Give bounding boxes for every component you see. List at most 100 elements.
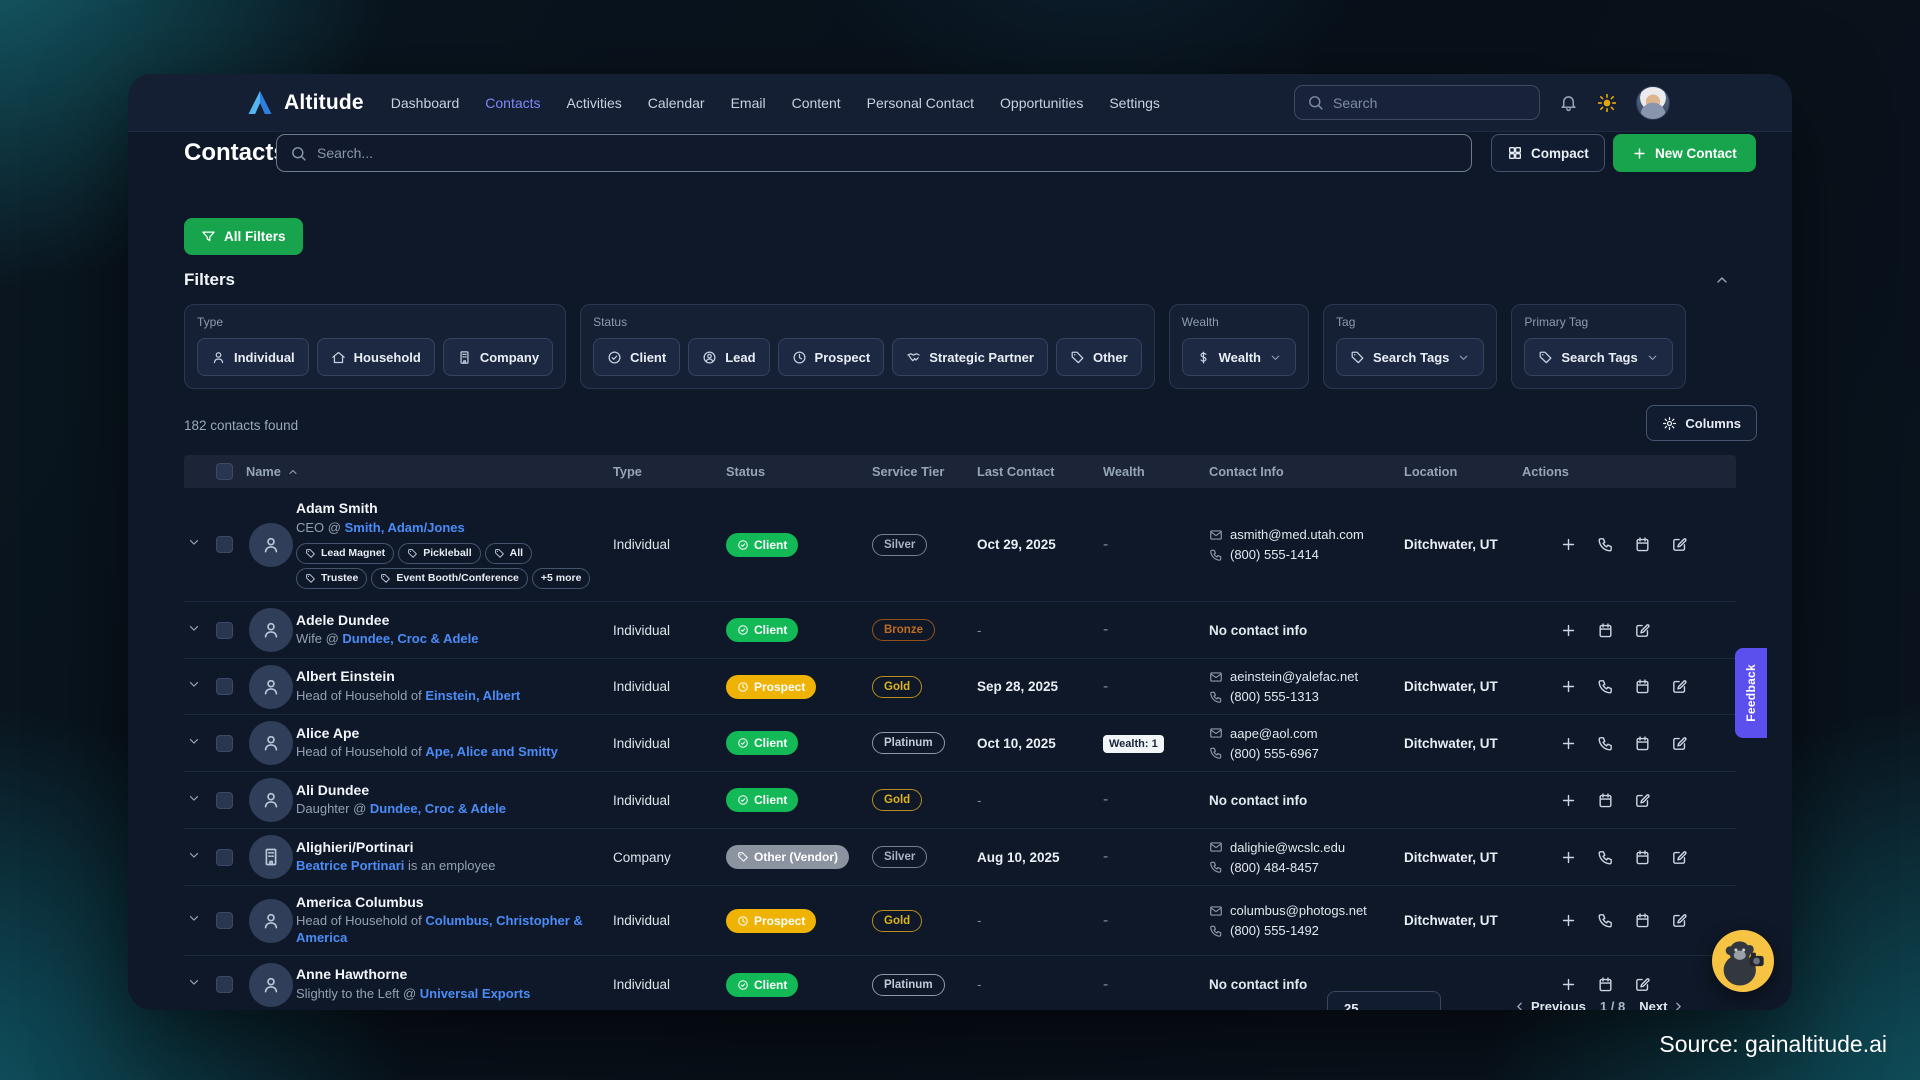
contact-name[interactable]: Alighieri/Portinari (296, 839, 601, 857)
column-header-status[interactable]: Status (726, 464, 872, 479)
notifications-bell-icon[interactable] (1559, 93, 1578, 112)
nav-item-activities[interactable]: Activities (567, 95, 622, 111)
column-header-type[interactable]: Type (613, 464, 726, 479)
call-action-icon[interactable] (1597, 912, 1614, 929)
calendar-action-icon[interactable] (1634, 536, 1651, 553)
column-header-last-contact[interactable]: Last Contact (977, 464, 1103, 479)
related-entity-link[interactable]: Universal Exports (420, 986, 531, 1001)
row-expand-chevron-icon[interactable] (187, 677, 201, 691)
related-entity-link[interactable]: Ape, Alice and Smitty (425, 744, 557, 759)
tag-pill[interactable]: Pickleball (398, 543, 480, 564)
related-entity-link[interactable]: Smith, Adam/Jones (345, 520, 465, 535)
column-header-name[interactable]: Name (246, 464, 613, 479)
edit-action-icon[interactable] (1671, 536, 1688, 553)
filter-option-individual[interactable]: Individual (197, 338, 309, 376)
edit-action-icon[interactable] (1671, 678, 1688, 695)
filter-option-lead[interactable]: Lead (688, 338, 769, 376)
add-action-icon[interactable] (1560, 912, 1577, 929)
related-entity-link[interactable]: Dundee, Croc & Adele (342, 631, 478, 646)
contact-name[interactable]: America Columbus (296, 894, 601, 912)
related-entity-link[interactable]: Einstein, Albert (425, 688, 520, 703)
filter-option-other[interactable]: Other (1056, 338, 1142, 376)
select-all-checkbox[interactable] (216, 463, 233, 480)
nav-item-email[interactable]: Email (731, 95, 766, 111)
nav-search-input[interactable]: Search (1294, 85, 1540, 120)
edit-action-icon[interactable] (1634, 976, 1651, 993)
nav-item-calendar[interactable]: Calendar (648, 95, 705, 111)
contact-name[interactable]: Albert Einstein (296, 668, 601, 686)
contact-name[interactable]: Anne Hawthorne (296, 966, 601, 984)
edit-action-icon[interactable] (1634, 622, 1651, 639)
table-row[interactable]: Ali Dundee Daughter @ Dundee, Croc & Ade… (184, 772, 1736, 829)
previous-page-button[interactable]: Previous (1513, 999, 1586, 1010)
calendar-action-icon[interactable] (1634, 912, 1651, 929)
row-expand-chevron-icon[interactable] (187, 848, 201, 862)
row-checkbox[interactable] (216, 976, 233, 993)
tag-pill[interactable]: Lead Magnet (296, 543, 394, 564)
column-header-wealth[interactable]: Wealth (1103, 464, 1209, 479)
chat-widget-gorilla-mascot[interactable] (1712, 930, 1774, 992)
table-row[interactable]: Anne Hawthorne Slightly to the Left @ Un… (184, 956, 1736, 1010)
contact-phone[interactable]: (800) 555-1313 (1209, 689, 1404, 704)
nav-item-contacts[interactable]: Contacts (485, 95, 540, 111)
user-avatar[interactable] (1636, 86, 1670, 120)
add-action-icon[interactable] (1560, 976, 1577, 993)
calendar-action-icon[interactable] (1597, 792, 1614, 809)
nav-item-dashboard[interactable]: Dashboard (391, 95, 460, 111)
contact-name[interactable]: Adam Smith (296, 500, 601, 518)
column-header-location[interactable]: Location (1404, 464, 1522, 479)
row-expand-chevron-icon[interactable] (187, 911, 201, 925)
contact-name[interactable]: Adele Dundee (296, 612, 601, 630)
filter-dropdown-primary-tag[interactable]: Search Tags (1524, 338, 1672, 376)
filter-option-client[interactable]: Client (593, 338, 680, 376)
contact-email[interactable]: dalighie@wcslc.edu (1209, 840, 1404, 855)
table-row[interactable]: Adele Dundee Wife @ Dundee, Croc & Adele… (184, 602, 1736, 659)
edit-action-icon[interactable] (1671, 912, 1688, 929)
related-entity-link[interactable]: Dundee, Croc & Adele (370, 801, 506, 816)
tag-pill[interactable]: All (485, 543, 532, 564)
add-action-icon[interactable] (1560, 536, 1577, 553)
compact-view-button[interactable]: Compact (1491, 134, 1605, 172)
call-action-icon[interactable] (1597, 536, 1614, 553)
more-tags-pill[interactable]: +5 more (532, 568, 591, 589)
row-expand-chevron-icon[interactable] (187, 621, 201, 635)
nav-item-content[interactable]: Content (792, 95, 841, 111)
contact-email[interactable]: columbus@photogs.net (1209, 903, 1404, 918)
calendar-action-icon[interactable] (1597, 622, 1614, 639)
columns-button[interactable]: Columns (1646, 405, 1757, 441)
add-action-icon[interactable] (1560, 735, 1577, 752)
brand[interactable]: Altitude (245, 89, 364, 116)
row-checkbox[interactable] (216, 735, 233, 752)
contact-phone[interactable]: (800) 555-6967 (1209, 746, 1404, 761)
edit-action-icon[interactable] (1671, 735, 1688, 752)
filter-dropdown-wealth[interactable]: Wealth (1182, 338, 1296, 376)
add-action-icon[interactable] (1560, 792, 1577, 809)
row-expand-chevron-icon[interactable] (187, 535, 201, 549)
calendar-action-icon[interactable] (1634, 849, 1651, 866)
add-action-icon[interactable] (1560, 849, 1577, 866)
contact-email[interactable]: asmith@med.utah.com (1209, 527, 1404, 542)
contact-email[interactable]: aape@aol.com (1209, 726, 1404, 741)
calendar-action-icon[interactable] (1634, 735, 1651, 752)
chevron-up-icon[interactable] (1714, 272, 1730, 288)
nav-item-settings[interactable]: Settings (1109, 95, 1160, 111)
filter-option-prospect[interactable]: Prospect (778, 338, 885, 376)
edit-action-icon[interactable] (1634, 792, 1651, 809)
rows-per-page-select[interactable]: 25 (1327, 991, 1441, 1010)
column-header-contact-info[interactable]: Contact Info (1209, 464, 1404, 479)
new-contact-button[interactable]: New Contact (1613, 134, 1756, 172)
table-row[interactable]: Alice Ape Head of Household of Ape, Alic… (184, 715, 1736, 772)
table-row[interactable]: Albert Einstein Head of Household of Ein… (184, 659, 1736, 715)
row-checkbox[interactable] (216, 678, 233, 695)
next-page-button[interactable]: Next (1639, 999, 1685, 1010)
row-expand-chevron-icon[interactable] (187, 791, 201, 805)
filter-option-company[interactable]: Company (443, 338, 553, 376)
contacts-search-input[interactable]: Search... (276, 134, 1472, 172)
row-checkbox[interactable] (216, 792, 233, 809)
filter-dropdown-tag[interactable]: Search Tags (1336, 338, 1484, 376)
contact-phone[interactable]: (800) 555-1414 (1209, 547, 1404, 562)
add-action-icon[interactable] (1560, 622, 1577, 639)
contact-phone[interactable]: (800) 484-8457 (1209, 860, 1404, 875)
calendar-action-icon[interactable] (1634, 678, 1651, 695)
calendar-action-icon[interactable] (1597, 976, 1614, 993)
